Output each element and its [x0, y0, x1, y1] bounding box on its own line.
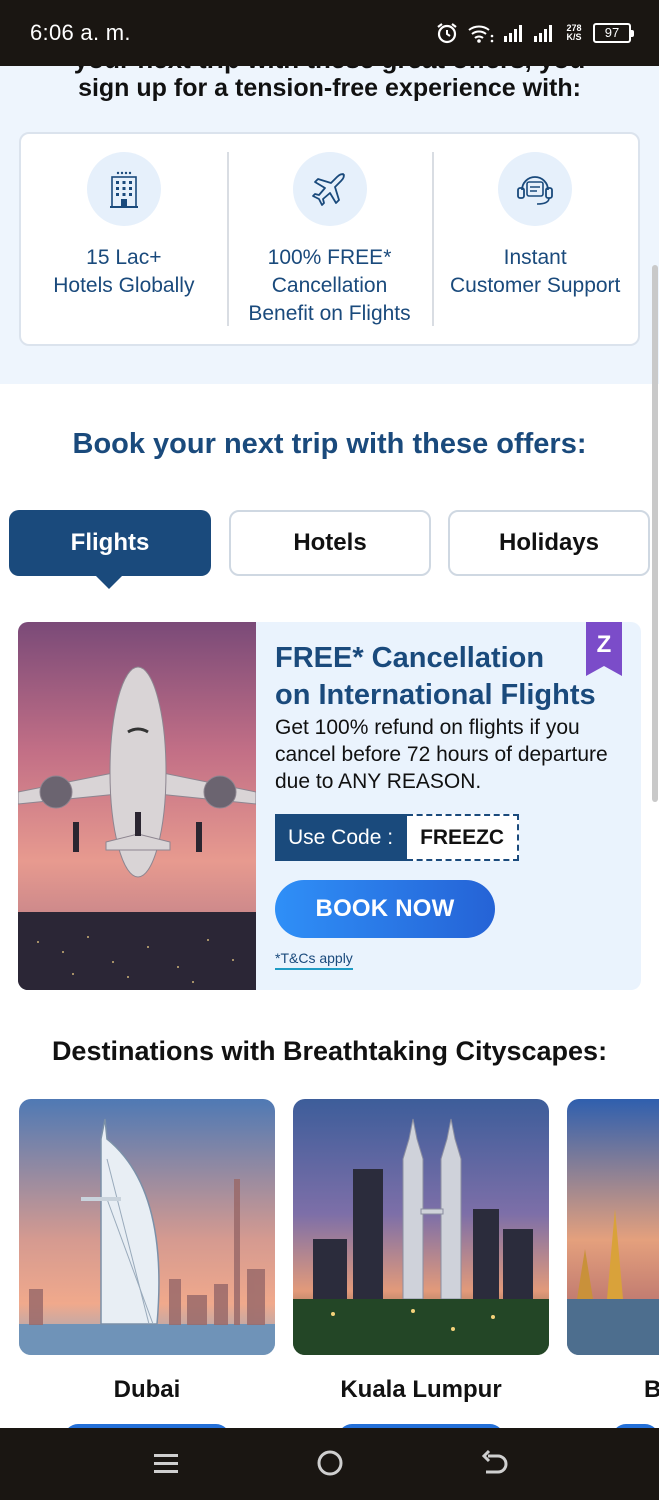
kuala-lumpur-image: [293, 1099, 549, 1355]
system-nav-bar: [0, 1428, 659, 1500]
offer-title-line-2: on International Flights: [275, 679, 596, 711]
wifi-icon: [468, 25, 494, 43]
book-now-button[interactable]: BOOK NOW: [275, 880, 495, 938]
benefit-cancellation-line-2: Cancellation: [271, 274, 388, 297]
signal-icon: [504, 25, 522, 42]
benefits-card: 15 Lac+ Hotels Globally 100% FREE* Cance…: [19, 132, 640, 346]
menu-icon[interactable]: [152, 1448, 180, 1478]
home-icon[interactable]: [315, 1448, 345, 1478]
page-scrollbar[interactable]: [652, 265, 658, 802]
signal-icon-2: [534, 25, 552, 42]
hotel-icon: [86, 152, 161, 226]
offer-title: FREE* Cancellation on International Flig…: [275, 640, 605, 714]
network-speed: 278 K/S: [563, 24, 585, 42]
promo-code-label: Use Code :: [275, 814, 408, 861]
status-time: 6:06 a. m.: [30, 20, 131, 45]
z-badge-icon: Z: [586, 622, 622, 676]
destination-card-kuala-lumpur[interactable]: [293, 1099, 549, 1355]
destination-label-partial[interactable]: B: [567, 1376, 659, 1404]
destination-card-dubai[interactable]: [19, 1099, 275, 1355]
benefit-hotels-line-1: 15 Lac+: [86, 246, 162, 269]
offer-title-line-1: FREE* Cancellation: [275, 642, 545, 674]
benefit-cancellation-line-3: Benefit on Flights: [248, 302, 411, 325]
benefit-hotels-line-2: Hotels Globally: [53, 274, 195, 297]
destinations-heading: Destinations with Breathtaking Cityscape…: [51, 1036, 608, 1066]
offers-heading: Book your next trip with these offers:: [72, 428, 587, 460]
back-icon[interactable]: [480, 1448, 510, 1478]
benefit-support: Instant Customer Support: [432, 134, 638, 344]
bangkok-image: [567, 1099, 659, 1355]
benefit-support-line-1: Instant: [503, 246, 567, 269]
airplane-icon: [292, 152, 367, 226]
speed-unit: K/S: [566, 32, 582, 42]
benefit-cancellation: 100% FREE* Cancellation Benefit on Fligh…: [226, 134, 433, 344]
status-bar: 6:06 a. m. 278 K/S 97: [0, 0, 659, 66]
destination-label-kuala-lumpur[interactable]: Kuala Lumpur: [293, 1376, 549, 1404]
benefits-section: your next trip with these great offers, …: [0, 66, 659, 384]
status-icons: 278 K/S 97: [435, 18, 634, 48]
battery-level: 97: [604, 25, 620, 40]
tab-holidays[interactable]: Holidays: [448, 510, 650, 576]
benefit-hotels: 15 Lac+ Hotels Globally: [21, 134, 227, 344]
tnc-link[interactable]: *T&Cs apply: [275, 950, 353, 970]
z-badge-letter: Z: [597, 631, 612, 658]
destination-card-partial[interactable]: [567, 1099, 659, 1355]
tab-flights[interactable]: Flights: [9, 510, 211, 589]
tab-hotels[interactable]: Hotels: [229, 510, 431, 576]
airplane-sunset-image: [18, 622, 256, 990]
offer-card[interactable]: FREE* Cancellation on International Flig…: [18, 622, 641, 990]
benefits-heading: sign up for a tension-free experience wi…: [78, 74, 581, 102]
dubai-image: [19, 1099, 275, 1355]
destination-label-dubai[interactable]: Dubai: [19, 1376, 275, 1404]
offer-description: Get 100% refund on flights if you cancel…: [275, 716, 608, 793]
promo-code-box[interactable]: Use Code : FREEZC: [275, 814, 520, 861]
benefit-cancellation-line-1: 100% FREE*: [267, 246, 392, 269]
alarm-icon: [437, 23, 457, 44]
benefit-support-line-2: Customer Support: [449, 274, 621, 297]
promo-code-value[interactable]: FREEZC: [407, 814, 520, 861]
battery-icon: 97: [593, 23, 634, 43]
support-icon: [498, 152, 573, 226]
